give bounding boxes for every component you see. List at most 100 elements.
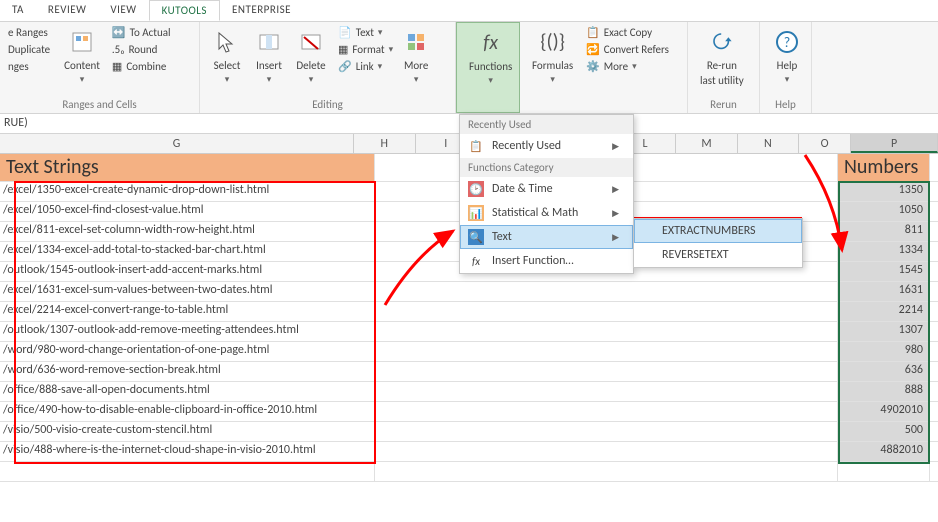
group-rerun: Re-runlast utility Rerun — [688, 22, 760, 113]
cell-text[interactable]: /excel/2214-excel-convert-range-to-table… — [0, 302, 375, 321]
cell-number[interactable]: 1350 — [838, 182, 930, 201]
select-button[interactable]: Select▾ — [206, 25, 248, 96]
cell-number[interactable]: 888 — [838, 382, 930, 401]
exact-copy-button[interactable]: 📋Exact Copy — [584, 25, 671, 40]
cell-text[interactable]: /excel/1631-excel-sum-values-between-two… — [0, 282, 375, 301]
more-workbook-button[interactable]: ⚙️More▾ — [584, 59, 671, 74]
link-icon: 🔗 — [338, 60, 352, 73]
tab-data[interactable]: TA — [0, 0, 36, 21]
group-title: Editing — [206, 96, 449, 113]
cell-text[interactable]: /excel/811-excel-set-column-width-row-he… — [0, 222, 375, 241]
cell-text[interactable]: /outlook/1545-outlook-insert-add-accent-… — [0, 262, 375, 281]
cell-text[interactable]: /outlook/1307-outlook-add-remove-meeting… — [0, 322, 375, 341]
help-button[interactable]: ?Help▾ — [766, 25, 808, 96]
functions-menu: Recently Used 📋 Recently Used▶ Functions… — [459, 114, 634, 274]
cell-text[interactable]: /word/980-word-change-orientation-of-one… — [0, 342, 375, 361]
menu-item-stat-math[interactable]: 📊 Statistical & Math▶ — [460, 201, 633, 225]
text-button[interactable]: 📄Text▾ — [336, 25, 395, 40]
menu-item-recently-used[interactable]: 📋 Recently Used▶ — [460, 134, 633, 158]
cell-number[interactable]: 980 — [838, 342, 930, 361]
col-header-m[interactable]: M — [676, 134, 737, 153]
cell-text[interactable]: /visio/500-visio-create-custom-stencil.h… — [0, 422, 375, 441]
cell-text[interactable]: /office/490-how-to-disable-enable-clipbo… — [0, 402, 375, 421]
cell-number[interactable]: 1307 — [838, 322, 930, 341]
cell-number[interactable]: 636 — [838, 362, 930, 381]
cursor-icon — [212, 27, 242, 57]
cell-text[interactable]: /excel/1334-excel-add-total-to-stacked-b… — [0, 242, 375, 261]
col-header-p[interactable]: P — [851, 134, 938, 153]
combine-button[interactable]: ▦Combine — [110, 59, 173, 74]
fx-icon: fx — [468, 253, 484, 269]
col-header-o[interactable]: O — [799, 134, 851, 153]
to-actual-button[interactable]: ↔️To Actual — [110, 25, 173, 40]
table-row: /visio/500-visio-create-custom-stencil.h… — [0, 422, 938, 442]
cell-text[interactable]: /excel/1350-excel-create-dynamic-drop-do… — [0, 182, 375, 201]
copy-ranges-button[interactable]: nges — [6, 59, 52, 74]
prevent-duplicate-button[interactable]: Duplicate — [6, 42, 52, 57]
format-icon: ▦ — [338, 43, 348, 56]
copy-icon: 📋 — [586, 26, 600, 39]
cell-number[interactable]: 4902010 — [838, 402, 930, 421]
svg-text:?: ? — [784, 34, 791, 51]
cell-number[interactable]: 811 — [838, 222, 930, 241]
cell-text[interactable]: /excel/1050-excel-find-closest-value.htm… — [0, 202, 375, 221]
cell-number[interactable]: 1545 — [838, 262, 930, 281]
formulas-button[interactable]: {()}Formulas▾ — [526, 25, 579, 96]
braces-icon: {()} — [538, 27, 568, 57]
submenu-item-reversetext[interactable]: REVERSETEXT — [634, 243, 802, 267]
tab-kutools[interactable]: KUTOOLS — [149, 0, 220, 21]
cell-text[interactable]: /office/888-save-all-open-documents.html — [0, 382, 375, 401]
more-editing-button[interactable]: More▾ — [395, 25, 437, 96]
table-row: /office/490-how-to-disable-enable-clipbo… — [0, 402, 938, 422]
insert-icon — [254, 27, 284, 57]
group-help: ?Help▾ Help — [760, 22, 812, 113]
rerun-icon — [707, 27, 737, 57]
col-header-n[interactable]: N — [738, 134, 799, 153]
col-header-h[interactable]: H — [354, 134, 415, 153]
cell-text[interactable]: /visio/488-where-is-the-internet-cloud-s… — [0, 442, 375, 461]
tab-enterprise[interactable]: ENTERPRISE — [220, 0, 303, 21]
table-row: /word/636-word-remove-section-break.html… — [0, 362, 938, 382]
clock-icon: 🕑 — [468, 181, 484, 197]
group-functions: fx Functions▾ — [456, 22, 520, 113]
cell-number[interactable]: 1334 — [838, 242, 930, 261]
cell-text[interactable]: /word/636-word-remove-section-break.html — [0, 362, 375, 381]
round-button[interactable]: .5₀Round — [110, 42, 173, 57]
cell-number[interactable]: 1050 — [838, 202, 930, 221]
link-button[interactable]: 🔗Link▾ — [336, 59, 395, 74]
search-icon: 🔍 — [468, 229, 484, 245]
header-text-strings[interactable]: Text Strings — [0, 154, 375, 181]
text-submenu: EXTRACTNUMBERS REVERSETEXT — [633, 218, 803, 268]
chart-icon: 📊 — [468, 205, 484, 221]
menu-header-category: Functions Category — [460, 158, 633, 177]
menu-item-text[interactable]: 🔍 Text▶ — [460, 225, 633, 249]
content-icon — [67, 27, 97, 57]
insert-button[interactable]: Insert▾ — [248, 25, 290, 96]
menu-item-date-time[interactable]: 🕑 Date & Time▶ — [460, 177, 633, 201]
cell-number[interactable]: 2214 — [838, 302, 930, 321]
compare-ranges-button[interactable]: e Ranges — [6, 25, 52, 40]
more-icon — [401, 27, 431, 57]
menu-item-insert-function[interactable]: fx Insert Function… — [460, 249, 633, 273]
tab-view[interactable]: VIEW — [98, 0, 148, 21]
submenu-item-extractnumbers[interactable]: EXTRACTNUMBERS — [634, 219, 802, 243]
header-numbers[interactable]: Numbers — [838, 154, 930, 181]
cell-number[interactable]: 4882010 — [838, 442, 930, 461]
delete-button[interactable]: Delete▾ — [290, 25, 332, 96]
round-icon: .5₀ — [112, 43, 125, 56]
format-button[interactable]: ▦Format▾ — [336, 42, 395, 57]
tab-review[interactable]: REVIEW — [36, 0, 99, 21]
ribbon-tabs: TA REVIEW VIEW KUTOOLS ENTERPRISE — [0, 0, 938, 22]
ribbon: e Ranges Duplicate nges Content ▾ ↔️To A… — [0, 22, 938, 114]
cell-number[interactable]: 500 — [838, 422, 930, 441]
content-button[interactable]: Content ▾ — [58, 25, 106, 96]
convert-refers-button[interactable]: 🔁Convert Refers — [584, 42, 671, 57]
cell-number[interactable]: 1631 — [838, 282, 930, 301]
rerun-button[interactable]: Re-runlast utility — [694, 25, 750, 96]
table-row: /excel/2214-excel-convert-range-to-table… — [0, 302, 938, 322]
col-header-g[interactable]: G — [0, 134, 354, 153]
table-row: /outlook/1307-outlook-add-remove-meeting… — [0, 322, 938, 342]
convert-icon: 🔁 — [586, 43, 600, 56]
gear-icon: ⚙️ — [586, 60, 600, 73]
functions-button[interactable]: fx Functions▾ — [463, 26, 518, 95]
